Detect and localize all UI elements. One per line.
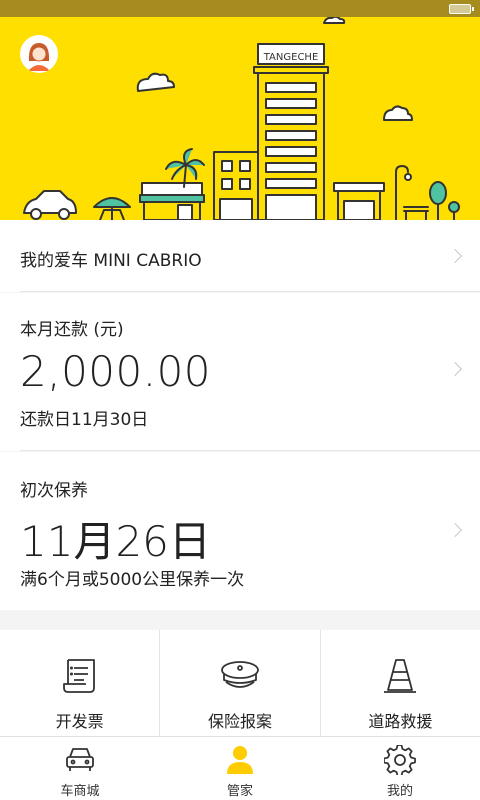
tab-label: 我的	[386, 784, 413, 799]
battery-icon	[449, 4, 474, 14]
chevron-right-icon	[447, 361, 463, 377]
chevron-right-icon	[447, 248, 463, 264]
tab-label: 车商城	[60, 784, 100, 799]
maintenance-row[interactable]: 初次保养 11月26日 满6个月或5000公里保养一次	[0, 452, 480, 610]
tab-mine[interactable]: 我的	[320, 737, 480, 800]
car-icon	[66, 748, 94, 771]
repayment-due-date: 还款日11月30日	[20, 410, 149, 430]
avatar-icon	[21, 36, 57, 72]
chevron-right-icon	[447, 522, 463, 538]
service-label: 道路救援	[368, 712, 433, 731]
city-illustration: TANGECHE	[23, 17, 460, 220]
invoice-icon	[62, 659, 95, 693]
maintenance-title: 初次保养	[20, 481, 88, 501]
tab-car-mall[interactable]: 车商城	[0, 737, 160, 800]
building-sign: TANGECHE	[263, 52, 319, 63]
hero-banner: TANGECHE	[0, 17, 480, 220]
maintenance-note: 满6个月或5000公里保养一次	[20, 570, 245, 590]
repayment-title: 本月还款 (元)	[20, 320, 124, 340]
services-grid: 开发票 保险报案 道路救援	[0, 630, 480, 736]
bottom-tab-bar: 车商城 管家 我的	[0, 736, 480, 800]
traffic-cone-icon	[384, 659, 417, 693]
status-bar	[0, 0, 480, 17]
service-label: 保险报案	[207, 712, 272, 731]
tab-label: 管家	[226, 784, 253, 799]
service-insurance-claim[interactable]: 保险报案	[160, 630, 321, 736]
service-roadside-assistance[interactable]: 道路救援	[321, 630, 480, 736]
person-icon	[227, 746, 253, 774]
insurance-cap-icon	[221, 661, 259, 688]
repayment-amount: 2,000.00	[20, 347, 212, 396]
service-invoice[interactable]: 开发票	[0, 630, 161, 736]
my-car-row[interactable]: 我的爱车 MINI CABRIO	[0, 220, 480, 292]
user-avatar[interactable]	[20, 35, 58, 73]
repayment-row[interactable]: 本月还款 (元) 2,000.00 还款日11月30日	[0, 293, 480, 451]
maintenance-date: 11月26日	[20, 517, 211, 566]
service-label: 开发票	[55, 712, 104, 731]
tab-butler[interactable]: 管家	[160, 737, 320, 800]
my-car-label: 我的爱车 MINI CABRIO	[20, 251, 202, 271]
gear-icon	[384, 745, 416, 775]
divider	[20, 291, 480, 292]
divider	[20, 450, 480, 451]
